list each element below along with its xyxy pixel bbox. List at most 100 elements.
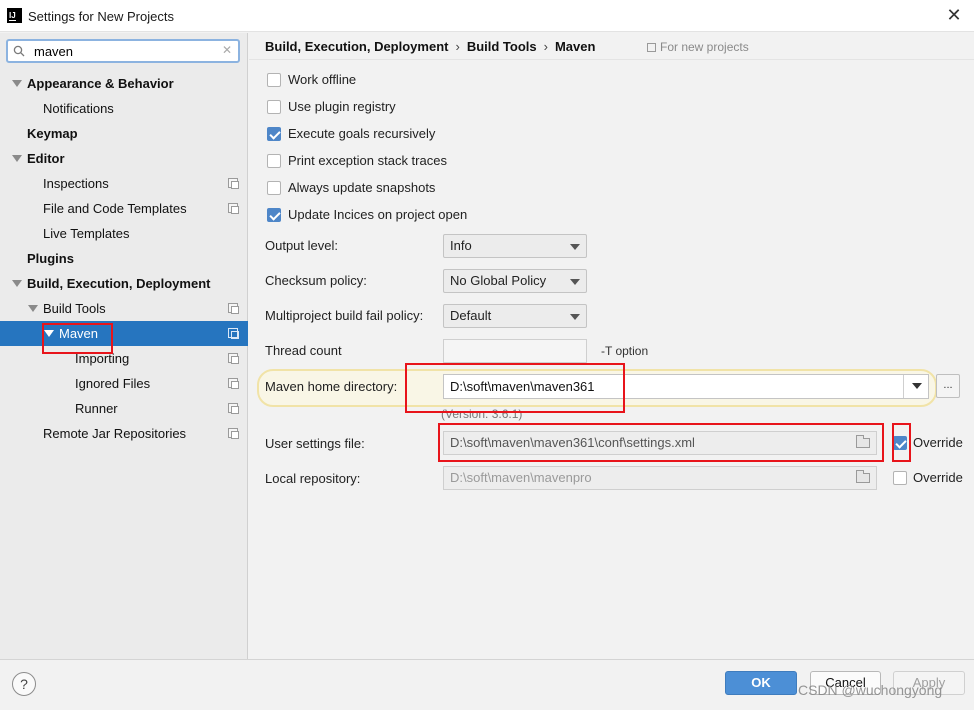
sidebar-item-plugins[interactable]: Plugins [0,246,248,271]
sidebar-item-label: Keymap [27,126,78,141]
header-divider [249,59,974,60]
breadcrumb-separator: › [543,39,548,54]
annotation-box-maven [42,323,113,354]
help-button[interactable]: ? [12,672,36,696]
local-repo-field[interactable]: D:\soft\maven\mavenpro [443,466,877,490]
browse-button[interactable]: ... [936,374,960,398]
checkbox[interactable] [893,471,907,485]
thread-count-input[interactable] [443,339,587,363]
chevron-down-icon[interactable] [570,314,580,320]
project-scope-icon [228,203,239,214]
output-level-label: Output level: [265,238,338,253]
close-icon[interactable]: ✕ [944,5,964,25]
sidebar-item-ignored-files[interactable]: Ignored Files [0,371,248,396]
sidebar-item-label: Appearance & Behavior [27,76,174,91]
expand-arrow-icon[interactable] [28,305,38,312]
project-scope-icon [647,43,656,52]
checkbox[interactable] [267,73,281,87]
chevron-down-icon[interactable] [570,279,580,285]
window-title: Settings for New Projects [28,9,174,24]
option-label: Always update snapshots [288,180,436,195]
combo-divider [903,375,904,398]
sidebar-item-inspections[interactable]: Inspections [0,171,248,196]
breadcrumb: Build, Execution, Deployment › Build Tools… [265,39,595,54]
breadcrumb-item[interactable]: Build Tools [467,39,537,54]
thread-count-label: Thread count [265,343,342,358]
sidebar-item-editor[interactable]: Editor [0,146,248,171]
sidebar-item-build-execution-deployment[interactable]: Build, Execution, Deployment [0,271,248,296]
fail-policy-label: Multiproject build fail policy: [265,308,424,323]
checkbox[interactable] [267,100,281,114]
thread-count-suffix: -T option [601,344,649,358]
output-level-select[interactable]: Info [443,234,587,258]
fail-policy-select[interactable]: Default [443,304,587,328]
sidebar-item-label: Build Tools [43,301,106,316]
sidebar-item-label: Runner [75,401,118,416]
expand-arrow-icon[interactable] [12,80,22,87]
project-scope-icon [228,178,239,189]
checkbox-checked[interactable] [267,127,281,141]
sidebar-item-live-templates[interactable]: Live Templates [0,221,248,246]
output-level-value: Info [450,238,472,253]
search-box[interactable]: ✕ [6,39,240,63]
sidebar-item-label: Plugins [27,251,74,266]
breadcrumb-separator: › [455,39,460,54]
override-label: Override [913,435,963,450]
scope-note: For new projects [647,40,749,54]
sidebar-item-label: Notifications [43,101,114,116]
folder-icon[interactable] [856,470,870,483]
expand-arrow-icon[interactable] [12,280,22,287]
sidebar-item-label: Live Templates [43,226,130,241]
sidebar-item-notifications[interactable]: Notifications [0,96,248,121]
sidebar-item-remote-jar-repositories[interactable]: Remote Jar Repositories [0,421,248,446]
local-repo-label: Local repository: [265,471,361,486]
project-scope-icon [228,353,239,364]
sidebar-item-build-tools[interactable]: Build Tools [0,296,248,321]
project-scope-icon [228,328,239,339]
checksum-policy-label: Checksum policy: [265,273,367,288]
watermark: CSDN @wuchongyong [798,682,943,698]
sidebar-item-label: Ignored Files [75,376,151,391]
search-icon [13,45,25,57]
expand-arrow-icon[interactable] [12,155,22,162]
breadcrumb-item[interactable]: Build, Execution, Deployment [265,39,448,54]
option-label: Update Incices on project open [288,207,468,222]
sidebar-item-label: Inspections [43,176,109,191]
override-label: Override [913,470,963,485]
scope-note-label: For new projects [660,40,749,54]
sidebar-item-label: File and Code Templates [43,201,187,216]
sidebar-item-keymap[interactable]: Keymap [0,121,248,146]
checkbox-checked[interactable] [267,208,281,222]
sidebar-item-label: Editor [27,151,65,166]
chevron-down-icon[interactable] [570,244,580,250]
checksum-policy-value: No Global Policy [450,273,547,288]
checksum-policy-select[interactable]: No Global Policy [443,269,587,293]
annotation-box-maven-home [405,363,625,413]
title-bar: IJ Settings for New Projects ✕ [0,0,974,32]
annotation-box-override [892,423,911,462]
sidebar-item-importing[interactable]: Importing [0,346,248,371]
option-label: Execute goals recursively [288,126,436,141]
sidebar-item-file-code-templates[interactable]: File and Code Templates [0,196,248,221]
maven-home-label: Maven home directory: [265,379,398,394]
checkbox[interactable] [267,154,281,168]
chevron-down-icon[interactable] [912,383,922,389]
user-settings-label: User settings file: [265,436,365,451]
sidebar-item-maven[interactable]: Maven [0,321,248,346]
search-input[interactable] [34,42,214,60]
sidebar-item-label: Build, Execution, Deployment [27,276,211,291]
clear-search-icon[interactable]: ✕ [222,43,232,57]
sidebar-item-label: Remote Jar Repositories [43,426,187,441]
sidebar-item-appearance-behavior[interactable]: Appearance & Behavior [0,71,248,96]
checkbox[interactable] [267,181,281,195]
intellij-icon: IJ [7,8,22,23]
dialog-footer: ? OK Cancel Apply CSDN @wuchongyong [0,659,974,710]
project-scope-icon [228,428,239,439]
sidebar-item-runner[interactable]: Runner [0,396,248,421]
fail-policy-value: Default [450,308,492,323]
annotation-box-user-settings [438,423,884,462]
project-scope-icon [228,403,239,414]
breadcrumb-item: Maven [554,39,596,54]
ok-button[interactable]: OK [725,671,797,695]
project-scope-icon [228,303,239,314]
